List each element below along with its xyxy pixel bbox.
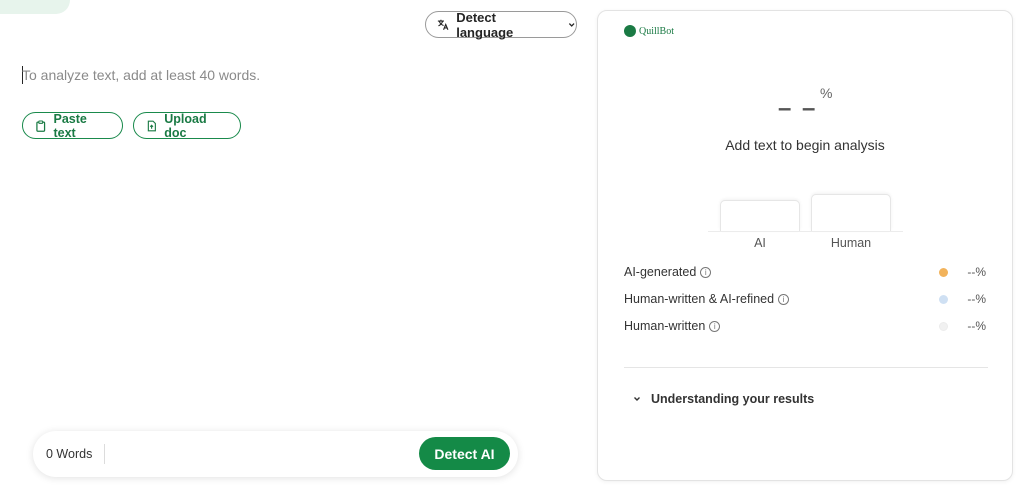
legend-label: Human-written & AI-refined — [624, 292, 775, 306]
legend-label: AI-generated — [624, 265, 697, 279]
info-icon[interactable]: i — [778, 293, 790, 305]
translate-icon — [437, 19, 449, 30]
editor-bottom-bar: 0 Words Detect AI — [33, 431, 518, 477]
paste-text-button[interactable]: Paste text — [22, 111, 123, 140]
paste-text-label: Paste text — [53, 111, 87, 140]
info-icon[interactable]: i — [709, 320, 721, 332]
word-count: 0 Words — [33, 444, 106, 464]
ai-bar-label: AI — [754, 236, 766, 250]
legend-row-ai-refined: Human-written & AI-refined i --% — [624, 291, 988, 307]
legend-value: --% — [967, 265, 986, 279]
results-divider — [624, 367, 988, 368]
understanding-results-label: Understanding your results — [651, 392, 815, 406]
ai-score-unit: % — [820, 85, 833, 101]
legend-label: Human-written — [624, 319, 706, 333]
legend-dot — [939, 267, 948, 277]
corner-decoration — [0, 0, 70, 14]
understanding-results-toggle[interactable]: Understanding your results — [632, 392, 814, 406]
quillbot-logo: QuillBot — [624, 25, 674, 37]
ai-score-value: – – — [778, 95, 818, 122]
human-bar — [811, 194, 891, 231]
ai-bar — [720, 200, 800, 231]
upload-doc-button[interactable]: Upload doc — [133, 111, 241, 140]
detect-ai-button[interactable]: Detect AI — [419, 437, 510, 470]
document-upload-icon — [147, 120, 156, 131]
quillbot-logo-text: QuillBot — [639, 25, 675, 37]
legend-dot — [939, 321, 948, 331]
detect-language-button[interactable]: Detect language — [425, 9, 577, 40]
upload-doc-label: Upload doc — [164, 111, 207, 140]
clipboard-icon — [36, 119, 46, 132]
chevron-down-icon — [634, 397, 640, 401]
results-panel: QuillBot – – % Add text to begin analysi… — [597, 10, 1013, 481]
detect-language-label: Detect language — [456, 9, 514, 40]
text-input-placeholder[interactable]: To analyze text, add at least 40 words. — [22, 67, 260, 83]
chevron-down-icon — [568, 22, 575, 27]
legend-row-ai-generated: AI-generated i --% — [624, 264, 988, 280]
bar-baseline — [708, 231, 903, 232]
legend-dot — [939, 294, 948, 304]
human-bar-label: Human — [830, 236, 872, 250]
legend-row-human-written: Human-written i --% — [624, 318, 988, 334]
quillbot-logo-icon — [624, 25, 636, 37]
analysis-message: Add text to begin analysis — [725, 137, 885, 153]
legend-value: --% — [967, 292, 986, 306]
info-icon[interactable]: i — [700, 266, 712, 278]
legend-value: --% — [967, 319, 986, 333]
